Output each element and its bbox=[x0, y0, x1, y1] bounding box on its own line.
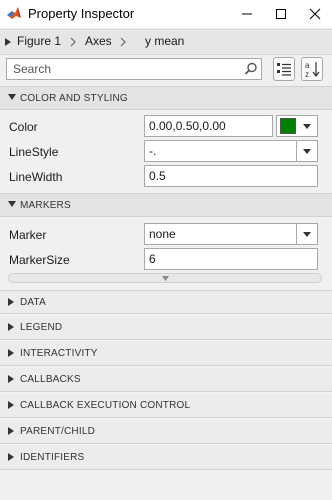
caret-right-icon bbox=[8, 349, 14, 357]
minimize-button[interactable] bbox=[230, 0, 264, 28]
caret-right-icon bbox=[8, 453, 14, 461]
color-swatch bbox=[280, 118, 296, 134]
markersize-label: MarkerSize bbox=[9, 253, 70, 267]
caret-down-icon bbox=[161, 275, 169, 281]
maximize-button[interactable] bbox=[264, 0, 298, 28]
caret-down-icon bbox=[303, 124, 311, 129]
section-title: INTERACTIVITY bbox=[20, 348, 98, 359]
dropdown-button[interactable] bbox=[296, 141, 317, 161]
color-picker-button[interactable] bbox=[276, 115, 318, 137]
marker-value: none bbox=[149, 227, 176, 241]
close-icon bbox=[309, 8, 321, 20]
section-title: CALLBACK EXECUTION CONTROL bbox=[20, 400, 191, 411]
window-title: Property Inspector bbox=[28, 6, 135, 21]
caret-right-icon bbox=[8, 427, 14, 435]
color-label: Color bbox=[9, 120, 38, 134]
section-title: DATA bbox=[20, 297, 46, 308]
search-input[interactable] bbox=[7, 59, 244, 79]
breadcrumb-axes[interactable]: Axes bbox=[85, 34, 112, 48]
grouped-view-button[interactable] bbox=[273, 57, 295, 81]
section-legend[interactable]: LEGEND bbox=[0, 316, 332, 340]
section-callbacks[interactable]: CALLBACKS bbox=[0, 368, 332, 392]
marker-dropdown[interactable]: none bbox=[144, 223, 318, 245]
linewidth-field[interactable]: 0.5 bbox=[144, 165, 318, 187]
caret-down-icon bbox=[8, 94, 16, 100]
svg-text:z: z bbox=[305, 70, 309, 78]
section-title: MARKERS bbox=[20, 200, 71, 211]
section-title: PARENT/CHILD bbox=[20, 426, 96, 437]
search-icon[interactable] bbox=[244, 62, 258, 76]
dropdown-button[interactable] bbox=[296, 224, 317, 244]
linestyle-label: LineStyle bbox=[9, 145, 59, 159]
caret-down-icon bbox=[303, 148, 311, 154]
caret-right-icon[interactable] bbox=[5, 38, 11, 46]
search-box[interactable] bbox=[6, 58, 262, 80]
color-value: 0.00,0.50,0.00 bbox=[149, 119, 226, 133]
show-more-properties-button[interactable] bbox=[8, 273, 322, 283]
section-data[interactable]: DATA bbox=[0, 290, 332, 314]
linestyle-value: -. bbox=[149, 144, 157, 158]
marker-label: Marker bbox=[9, 228, 47, 242]
section-identifiers[interactable]: IDENTIFIERS bbox=[0, 446, 332, 470]
section-title: IDENTIFIERS bbox=[20, 452, 85, 463]
section-callback-execution-control[interactable]: CALLBACK EXECUTION CONTROL bbox=[0, 394, 332, 418]
section-title: LEGEND bbox=[20, 322, 63, 333]
section-color-styling[interactable]: COLOR AND STYLING bbox=[0, 86, 332, 110]
maximize-icon bbox=[276, 9, 286, 19]
linewidth-label: LineWidth bbox=[9, 170, 63, 184]
section-interactivity[interactable]: INTERACTIVITY bbox=[0, 342, 332, 366]
close-button[interactable] bbox=[298, 0, 332, 28]
linewidth-value: 0.5 bbox=[149, 169, 166, 183]
caret-down-icon bbox=[303, 231, 311, 237]
breadcrumb-ymean[interactable]: y mean bbox=[145, 34, 184, 48]
markersize-field[interactable]: 6 bbox=[144, 248, 318, 270]
section-markers[interactable]: MARKERS bbox=[0, 193, 332, 217]
caret-right-icon bbox=[8, 401, 14, 409]
breadcrumb: Figure 1 Axes y mean bbox=[0, 29, 332, 55]
caret-down-icon bbox=[8, 201, 16, 207]
chevron-right-icon bbox=[120, 37, 126, 47]
caret-right-icon bbox=[8, 298, 14, 306]
caret-right-icon bbox=[8, 323, 14, 331]
chevron-right-icon bbox=[70, 37, 76, 47]
color-value-field[interactable]: 0.00,0.50,0.00 bbox=[144, 115, 273, 137]
markersize-value: 6 bbox=[149, 252, 156, 266]
matlab-logo-icon bbox=[7, 7, 21, 19]
breadcrumb-figure[interactable]: Figure 1 bbox=[17, 34, 61, 48]
svg-text:a: a bbox=[305, 61, 310, 70]
section-title: COLOR AND STYLING bbox=[20, 93, 128, 104]
sort-az-button[interactable]: a z bbox=[301, 57, 323, 81]
caret-right-icon bbox=[8, 375, 14, 383]
section-parent-child[interactable]: PARENT/CHILD bbox=[0, 420, 332, 444]
sort-az-icon: a z bbox=[305, 61, 320, 78]
minimize-icon bbox=[242, 13, 252, 15]
list-grouped-icon bbox=[277, 63, 291, 76]
linestyle-dropdown[interactable]: -. bbox=[144, 140, 318, 162]
section-title: CALLBACKS bbox=[20, 374, 81, 385]
